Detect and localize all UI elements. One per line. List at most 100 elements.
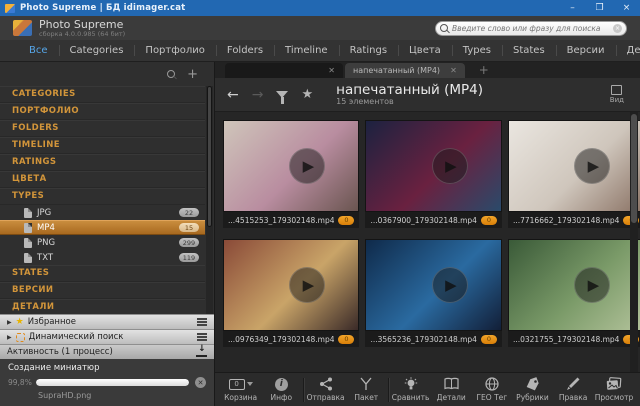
share-button[interactable]: Отправка xyxy=(307,373,345,406)
video-thumbnail[interactable]: ▶ xyxy=(365,239,502,331)
view-switch[interactable]: Вид xyxy=(610,85,624,104)
collection-tab-1[interactable]: ✕ xyxy=(225,63,343,78)
media-tile[interactable]: ▶ ...4515253_179302148.mp4 0 xyxy=(223,120,360,228)
maximize-button[interactable]: ❒ xyxy=(586,0,613,16)
media-tile[interactable]: ▶ ...0976349_179302148.mp4 0 xyxy=(223,239,360,347)
cancel-task-icon[interactable]: ✕ xyxy=(195,377,206,388)
forward-icon[interactable]: → xyxy=(252,88,264,102)
video-thumbnail[interactable]: ▶ xyxy=(365,120,502,212)
version-badge: 0 xyxy=(480,215,497,225)
sidebar-section-ratings[interactable]: RATINGS xyxy=(0,154,205,171)
panel-menu-icon[interactable] xyxy=(197,318,207,326)
expand-arrow-icon[interactable]: ▶ xyxy=(7,319,12,326)
geotag-button[interactable]: ГЕО Тег xyxy=(473,373,511,406)
main-nav: Все Categories Портфолио Folders Timelin… xyxy=(0,40,640,62)
app-logo-large-icon xyxy=(13,20,32,36)
expand-arrow-icon[interactable]: ▶ xyxy=(7,334,12,341)
search-input[interactable] xyxy=(452,23,609,33)
play-overlay-icon[interactable]: ▶ xyxy=(289,267,326,303)
panel-dynamic-search[interactable]: ▶ Динамический поиск xyxy=(0,329,214,344)
filename: ...4515253_179302148.mp4 xyxy=(228,215,335,225)
sidebar-add-icon[interactable]: + xyxy=(187,68,198,81)
video-thumbnail[interactable]: ▶ xyxy=(223,239,360,331)
compare-button[interactable]: Сравнить xyxy=(392,373,430,406)
back-icon[interactable]: ← xyxy=(227,88,239,102)
count-badge: 299 xyxy=(179,238,199,247)
preview-button[interactable]: Просмотр xyxy=(595,373,633,406)
close-button[interactable]: × xyxy=(613,0,640,16)
sidebar-section-portfolio[interactable]: ПОРТФОЛИО xyxy=(0,103,205,120)
labels-button[interactable]: Рубрики xyxy=(514,373,552,406)
media-tile[interactable]: ▶ ...7716662_179302148.mp40 xyxy=(507,120,640,228)
sidebar-section-types[interactable]: TYPES xyxy=(0,188,205,205)
dock-panel-icon[interactable] xyxy=(196,344,207,357)
nav-tab-portfolio[interactable]: Портфолио xyxy=(134,40,216,61)
sidebar-section-categories[interactable]: CATEGORIES xyxy=(0,86,205,103)
nav-tab-categories[interactable]: Categories xyxy=(58,40,135,61)
video-thumbnail[interactable]: ▶ xyxy=(507,239,640,331)
play-overlay-icon[interactable]: ▶ xyxy=(289,148,326,184)
nav-tab-folders[interactable]: Folders xyxy=(215,40,274,61)
count-badge: 15 xyxy=(179,223,199,232)
file-icon xyxy=(24,207,32,218)
type-row-mp4[interactable]: MP4 15 xyxy=(0,220,205,235)
activity-task-name: Создание миниатюр xyxy=(8,363,100,373)
edit-button[interactable]: Правка xyxy=(554,373,592,406)
sidebar-section-folders[interactable]: FOLDERS xyxy=(0,120,205,137)
close-tab-icon[interactable]: ✕ xyxy=(450,66,457,75)
search-clear-icon[interactable]: × xyxy=(613,23,622,33)
share-icon xyxy=(319,377,333,391)
video-thumbnail[interactable]: ▶ xyxy=(507,120,640,212)
sidebar-section-details[interactable]: ДЕТАЛИ xyxy=(0,299,205,314)
filename: ...0976349_179302148.mp4 xyxy=(228,334,335,344)
nav-tab-vse[interactable]: Все xyxy=(18,40,59,61)
type-row-jpg[interactable]: JPG 22 xyxy=(0,205,205,220)
nav-tab-versions[interactable]: Версии xyxy=(555,40,616,61)
type-row-png[interactable]: PNG 299 xyxy=(0,235,205,250)
sidebar-scrollbar[interactable] xyxy=(206,86,213,314)
close-tab-icon[interactable]: ✕ xyxy=(328,66,335,75)
media-tile[interactable]: ▶ ...0367900_179302148.mp4 0 xyxy=(365,120,502,228)
panel-favorites[interactable]: ▶ ★ Избранное xyxy=(0,314,214,329)
media-tile[interactable]: ▶ ...0321755_179302148.mp40 xyxy=(507,239,640,347)
content-scrollbar[interactable] xyxy=(630,112,638,372)
play-overlay-icon[interactable]: ▶ xyxy=(574,148,611,184)
panel-menu-icon[interactable] xyxy=(197,333,207,341)
sidebar-tree: CATEGORIES ПОРТФОЛИО FOLDERS TIMELINE RA… xyxy=(0,86,214,314)
sidebar-section-colors[interactable]: ЦВЕТА xyxy=(0,171,205,188)
basket-button[interactable]: 0 Корзина xyxy=(222,373,260,406)
nav-tab-ratings[interactable]: Ratings xyxy=(338,40,398,61)
app-window: Photo Supreme | БД idimager.cat – ❒ × Ph… xyxy=(0,0,640,406)
minimize-button[interactable]: – xyxy=(559,0,586,16)
nav-tab-timeline[interactable]: Timeline xyxy=(274,40,339,61)
new-tab-icon[interactable]: + xyxy=(479,63,489,77)
nav-tab-colors[interactable]: Цвета xyxy=(398,40,452,61)
panel-activity[interactable]: Активность (1 процесс) xyxy=(0,344,214,359)
globe-icon xyxy=(485,377,499,391)
sidebar-section-versions[interactable]: ВЕРСИИ xyxy=(0,282,205,299)
media-tile[interactable]: ▶ ...3565236_179302148.mp4 0 xyxy=(365,239,502,347)
sidebar-section-states[interactable]: STATES xyxy=(0,265,205,282)
search-icon xyxy=(440,24,448,32)
sidebar-section-timeline[interactable]: TIMELINE xyxy=(0,137,205,154)
filename: ...3565236_179302148.mp4 xyxy=(370,334,477,344)
video-thumbnail[interactable]: ▶ xyxy=(223,120,360,212)
collection-tab-2[interactable]: напечатанный (MP4) ✕ xyxy=(345,63,465,78)
file-icon xyxy=(24,252,32,263)
play-overlay-icon[interactable]: ▶ xyxy=(574,267,611,303)
nav-tab-states[interactable]: States xyxy=(501,40,556,61)
info-button[interactable]: i Инфо xyxy=(262,373,300,406)
nav-tab-details[interactable]: Детали xyxy=(615,40,640,61)
sidebar: + CATEGORIES ПОРТФОЛИО FOLDERS TIMELINE … xyxy=(0,62,215,406)
favorite-icon[interactable]: ★ xyxy=(301,88,313,101)
play-overlay-icon[interactable]: ▶ xyxy=(431,267,468,303)
merge-icon xyxy=(359,377,373,391)
filter-icon[interactable] xyxy=(276,91,289,104)
type-row-txt[interactable]: TXT 119 xyxy=(0,250,205,265)
play-overlay-icon[interactable]: ▶ xyxy=(431,148,468,184)
nav-tab-types[interactable]: Types xyxy=(451,40,502,61)
sidebar-search-icon[interactable] xyxy=(167,70,176,78)
batch-button[interactable]: Пакет xyxy=(347,373,385,406)
details-button[interactable]: Детали xyxy=(432,373,470,406)
global-search[interactable]: × xyxy=(435,20,627,36)
